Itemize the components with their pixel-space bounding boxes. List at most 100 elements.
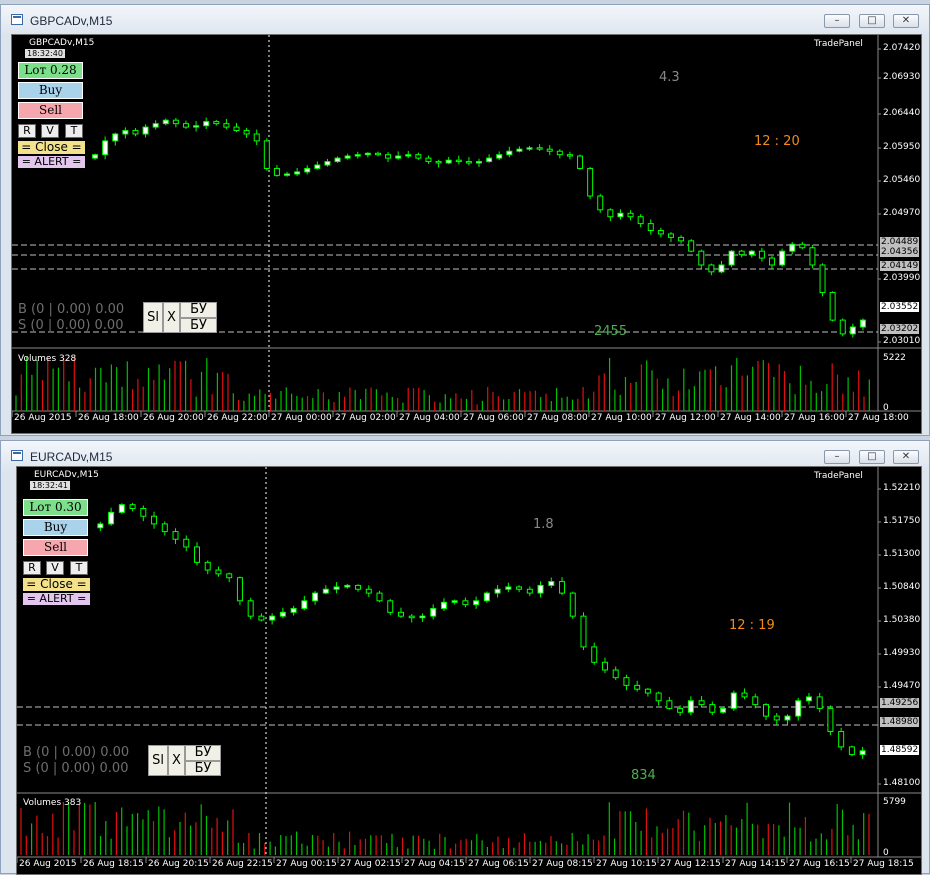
volume-count: 834	[631, 768, 656, 783]
candle	[334, 157, 341, 163]
chart-window-icon	[11, 14, 23, 25]
tradepanel-label: TradePanel	[814, 39, 863, 49]
close-all-button[interactable]: = Close =	[23, 578, 90, 591]
candle	[728, 250, 735, 266]
candle	[655, 692, 662, 702]
sl-button[interactable]: Sl	[143, 302, 163, 333]
window-titlebar[interactable]: GBPCADv,M15 – □ ✕	[1, 5, 929, 35]
minimize-button[interactable]: –	[824, 14, 850, 28]
sl-button[interactable]: Sl	[148, 745, 168, 776]
sell-position-info: S (0 | 0.00) 0.00	[18, 318, 124, 333]
chart-area[interactable]: GBPCADv,M15 18:32:40 TradePanel Lот 0.28…	[11, 34, 922, 434]
close-all-button[interactable]: = Close =	[18, 141, 85, 154]
price-level-box: 2.04356	[880, 247, 920, 257]
candle	[132, 130, 139, 135]
candle	[708, 264, 715, 273]
sell-button[interactable]: Sell	[18, 102, 83, 119]
candle	[634, 684, 641, 690]
candle	[612, 669, 619, 679]
breakeven-button-1[interactable]: БУ	[185, 745, 221, 761]
time-tick-label: 27 Aug 06:00	[463, 413, 524, 423]
candle	[738, 250, 745, 256]
candle	[333, 586, 340, 590]
alert-button[interactable]: = ALERT =	[18, 156, 85, 168]
candle	[569, 592, 576, 617]
candle	[795, 700, 802, 717]
candle	[279, 611, 286, 617]
t-button[interactable]: T	[70, 561, 88, 575]
price-level-box: 2.03202	[880, 324, 920, 334]
breakeven-button-2[interactable]: БУ	[185, 761, 221, 776]
candle	[102, 140, 109, 156]
price-level-box: 2.03552	[880, 302, 920, 312]
close-button[interactable]: ✕	[893, 14, 919, 28]
candle	[397, 611, 404, 617]
candle	[597, 195, 604, 211]
t-button[interactable]: T	[65, 124, 83, 138]
breakeven-button-1[interactable]: БУ	[180, 302, 217, 318]
r-button[interactable]: R	[18, 124, 36, 138]
price-tick-label: 1.51300	[883, 549, 921, 559]
minimize-button[interactable]: –	[824, 450, 850, 464]
candle	[698, 700, 705, 706]
volume-zero-label: 0	[883, 848, 889, 858]
close-button[interactable]: ✕	[893, 450, 919, 464]
maximize-button[interactable]: □	[859, 450, 885, 464]
candle	[129, 504, 136, 510]
candle	[435, 161, 442, 164]
time-tick-label: 27 Aug 08:15	[532, 859, 593, 869]
candle	[108, 511, 115, 525]
chart-area[interactable]: EURCADv,M15 18:32:41 TradePanel Lот 0.30…	[16, 466, 922, 875]
time-tick-label: 26 Aug 22:15	[212, 859, 273, 869]
lot-button[interactable]: Lот 0.30	[23, 499, 88, 516]
v-button[interactable]: V	[41, 124, 59, 138]
candle	[494, 588, 501, 594]
x-button[interactable]: X	[163, 302, 180, 333]
chart-window-eurcad: EURCADv,M15 – □ ✕ EURCADv,M15 18:32:41 T…	[0, 440, 930, 875]
candle	[483, 592, 490, 602]
price-tick-label: 2.04970	[883, 208, 921, 218]
candle	[344, 584, 351, 588]
candle	[666, 700, 673, 709]
candle	[546, 148, 553, 152]
x-button[interactable]: X	[168, 745, 185, 776]
candle	[637, 216, 644, 225]
candle	[829, 292, 836, 321]
candle	[580, 615, 587, 648]
candle	[587, 167, 594, 197]
candle	[752, 696, 759, 706]
buy-button[interactable]: Buy	[23, 519, 88, 536]
candle	[445, 159, 452, 164]
buy-position-info: B (0 | 0.00) 0.00	[23, 745, 130, 760]
candle	[223, 123, 230, 128]
candle	[430, 607, 437, 617]
time-tick-label: 27 Aug 12:00	[655, 413, 716, 423]
candle	[758, 250, 765, 259]
candle	[162, 119, 169, 125]
buy-button[interactable]: Buy	[18, 82, 83, 99]
bar-timer: 12 : 20	[754, 134, 800, 149]
lot-button[interactable]: Lот 0.28	[18, 62, 83, 79]
candle	[805, 696, 812, 702]
chart-canvas[interactable]	[17, 467, 922, 875]
time-tick-label: 26 Aug 20:15	[148, 859, 209, 869]
candle	[419, 615, 426, 619]
candle	[601, 661, 608, 671]
candle	[709, 704, 716, 713]
price-tick-label: 1.52210	[883, 483, 921, 493]
breakeven-button-2[interactable]: БУ	[180, 318, 217, 333]
candle	[607, 209, 614, 218]
time-tick-label: 27 Aug 08:00	[527, 413, 588, 423]
v-button[interactable]: V	[46, 561, 64, 575]
clock-label: 18:32:40	[25, 49, 65, 58]
sell-button[interactable]: Sell	[23, 539, 88, 556]
r-button[interactable]: R	[23, 561, 41, 575]
candle	[688, 240, 695, 252]
candle	[284, 173, 291, 176]
price-level-box: 2.04149	[880, 261, 920, 271]
maximize-button[interactable]: □	[859, 14, 885, 28]
candle	[204, 561, 211, 571]
alert-button[interactable]: = ALERT =	[23, 593, 90, 605]
chart-canvas[interactable]	[12, 35, 922, 434]
tradepanel-label: TradePanel	[814, 471, 863, 481]
